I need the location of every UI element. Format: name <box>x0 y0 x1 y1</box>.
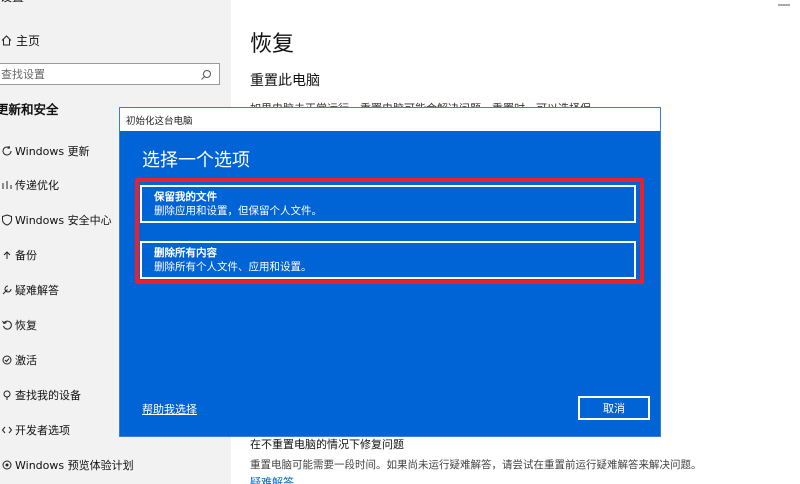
app-title: 设置 <box>0 0 24 5</box>
reset-section-title: 重置此电脑 <box>250 73 320 89</box>
sidebar-item-windows-security[interactable]: Windows 安全中心 <box>0 210 112 230</box>
sidebar-item-label: 备份 <box>15 249 37 262</box>
option-description: 删除所有个人文件、应用和设置。 <box>154 261 312 273</box>
sidebar-item-label: 激活 <box>15 354 37 367</box>
remove-everything-option[interactable]: 删除所有内容 删除所有个人文件、应用和设置。 <box>140 241 636 279</box>
home-icon <box>0 34 12 46</box>
sidebar-item-windows-update[interactable]: Windows 更新 <box>0 141 90 161</box>
option-description: 删除应用和设置，但保留个人文件。 <box>154 205 322 217</box>
keep-my-files-option[interactable]: 保留我的文件 删除应用和设置，但保留个人文件。 <box>140 185 636 223</box>
option-title: 保留我的文件 <box>154 191 217 203</box>
sidebar-item-label: 传递优化 <box>15 179 59 192</box>
sidebar-item-label: Windows 更新 <box>15 145 90 158</box>
page-title: 恢复 <box>250 32 295 57</box>
sidebar-item-find-my-device[interactable]: 查找我的设备 <box>0 385 81 405</box>
dialog-titlebar: 初始化这台电脑 <box>120 108 660 131</box>
delivery-optimization-icon <box>0 178 14 192</box>
sidebar-item-troubleshoot[interactable]: 疑难解答 <box>0 280 59 300</box>
dialog-heading: 选择一个选项 <box>142 150 250 171</box>
sidebar-item-activation[interactable]: 激活 <box>0 350 37 370</box>
troubleshoot-link[interactable]: 疑难解答 <box>250 474 294 484</box>
shield-icon <box>0 213 14 227</box>
sidebar-item-label: 疑难解答 <box>15 284 59 297</box>
option-title: 删除所有内容 <box>154 247 217 259</box>
help-me-choose-link[interactable]: 帮助我选择 <box>142 401 197 417</box>
sidebar-item-label: 开发者选项 <box>15 424 70 437</box>
sidebar-item-label: 恢复 <box>15 319 37 332</box>
recovery-icon <box>0 318 14 332</box>
sidebar-item-label: 查找我的设备 <box>15 389 81 402</box>
insider-icon <box>0 458 14 472</box>
sidebar-item-label: Windows 预览体验计划 <box>15 459 134 472</box>
search-box[interactable] <box>0 63 220 85</box>
sidebar-item-delivery-optimization[interactable]: 传递优化 <box>0 175 59 195</box>
sidebar-item-recovery[interactable]: 恢复 <box>0 315 37 335</box>
fix-section-title: 在不重置电脑的情况下修复问题 <box>250 438 404 451</box>
backup-icon <box>0 248 14 262</box>
sync-icon <box>0 144 14 158</box>
window-control-icon[interactable] <box>772 0 796 6</box>
wrench-icon <box>0 283 14 297</box>
sidebar-home-label: 主页 <box>16 33 41 48</box>
search-icon[interactable] <box>199 67 213 81</box>
find-device-icon <box>0 388 14 402</box>
sidebar-item-backup[interactable]: 备份 <box>0 245 37 265</box>
sidebar-section-title: 更新和安全 <box>0 102 59 117</box>
cancel-button[interactable]: 取消 <box>578 396 650 420</box>
developer-icon <box>0 423 14 437</box>
reset-pc-dialog: 初始化这台电脑 选择一个选项 保留我的文件 删除应用和设置，但保留个人文件。 删… <box>119 107 661 437</box>
search-input[interactable] <box>1 67 191 81</box>
fix-section-description: 重置电脑可能需要一段时间。如果尚未运行疑难解答，请尝试在重置前运行疑难解答来解决… <box>250 459 702 471</box>
sidebar-item-windows-insider[interactable]: Windows 预览体验计划 <box>0 455 134 475</box>
sidebar-home[interactable]: 主页 <box>0 31 40 49</box>
activation-icon <box>0 353 14 367</box>
sidebar-item-developer-options[interactable]: 开发者选项 <box>0 420 70 440</box>
sidebar-item-label: Windows 安全中心 <box>15 214 112 227</box>
